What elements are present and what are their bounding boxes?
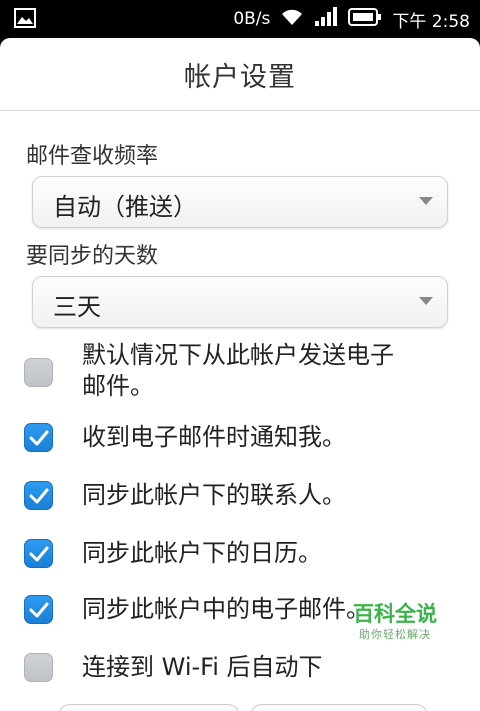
battery-icon <box>348 7 382 32</box>
check-frequency-dropdown[interactable]: 自动（推送） <box>32 176 448 228</box>
status-bar: 0B/s 下午 2:58 <box>0 0 480 38</box>
checkbox-default-send[interactable] <box>24 358 53 387</box>
page-title: 帐户设置 <box>184 61 296 93</box>
checkbox-notify[interactable] <box>24 423 53 452</box>
chevron-down-icon <box>419 297 433 305</box>
option-label: 同步此帐户下的联系人。 <box>82 481 346 509</box>
option-label: 默认情况下从此帐户发送电子 邮件。 <box>82 341 394 400</box>
image-icon <box>14 8 36 28</box>
header: 帐户设置 <box>0 38 480 111</box>
checkbox-wifi-download[interactable] <box>24 653 53 682</box>
sync-days-value: 三天 <box>53 293 101 321</box>
bottom-button-left[interactable] <box>58 704 240 711</box>
checkmark-icon <box>29 430 49 446</box>
watermark-subtitle: 助你轻松解决 <box>359 628 431 641</box>
checkmark-icon <box>29 488 49 504</box>
watermark-logo: 百科全说 助你轻松解决 <box>351 602 439 642</box>
wifi-icon <box>280 7 304 32</box>
check-frequency-value: 自动（推送） <box>53 193 197 221</box>
checkmark-icon <box>29 602 49 618</box>
clock: 下午 2:58 <box>392 11 470 32</box>
sync-days-label: 要同步的天数 <box>26 244 159 269</box>
option-label: 连接到 Wi-Fi 后自动下 <box>82 653 323 681</box>
sync-days-dropdown[interactable]: 三天 <box>32 276 448 328</box>
data-rate: 0B/s <box>233 9 271 29</box>
checkmark-icon <box>29 546 49 562</box>
checkbox-sync-calendar[interactable] <box>24 539 53 568</box>
option-label: 收到电子邮件时通知我。 <box>82 423 346 451</box>
checkbox-sync-contacts[interactable] <box>24 481 53 510</box>
chevron-down-icon <box>419 197 433 205</box>
option-label: 同步此帐户下的日历。 <box>82 539 322 567</box>
bottom-button-right[interactable] <box>250 704 428 711</box>
signal-icon <box>314 6 338 32</box>
check-frequency-label: 邮件查收频率 <box>26 144 159 169</box>
checkbox-sync-email[interactable] <box>24 595 53 624</box>
watermark-title: 百科全说 <box>353 602 437 626</box>
